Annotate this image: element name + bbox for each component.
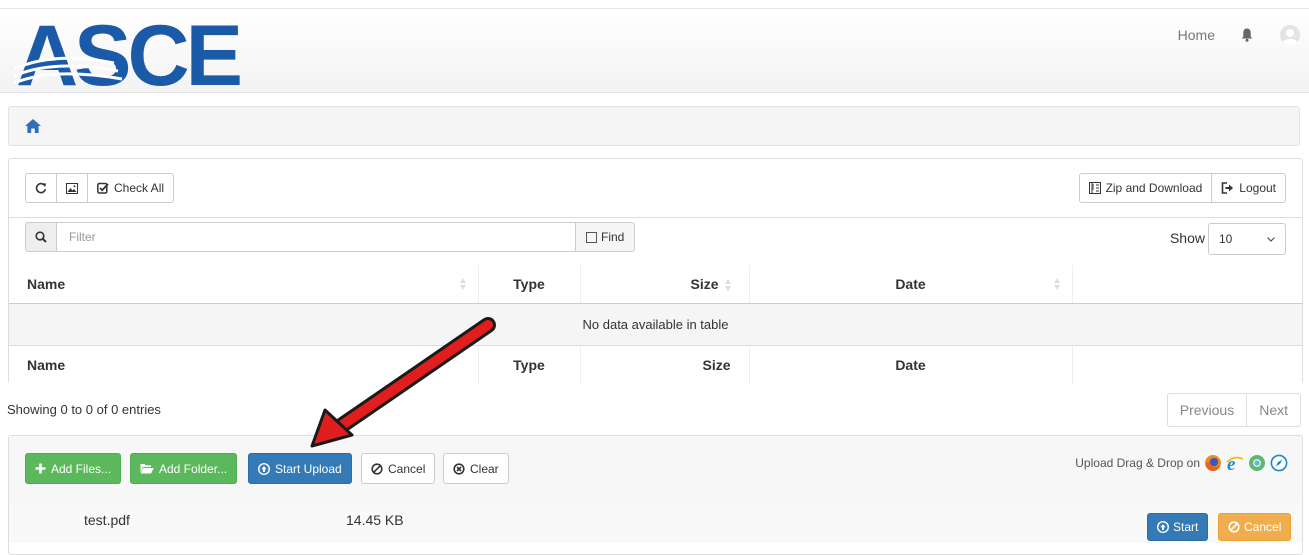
clear-label: Clear xyxy=(470,461,499,476)
filter-input[interactable] xyxy=(56,222,576,252)
upload-panel: Add Files... Add Folder... Start Upload … xyxy=(8,435,1303,555)
left-button-group: Check All xyxy=(25,173,175,203)
image-icon xyxy=(66,182,78,194)
zip-download-button[interactable]: Zip and Download xyxy=(1078,173,1213,203)
start-file-label: Start xyxy=(1173,520,1199,534)
table-header-row: Name Type Size Date xyxy=(9,265,1302,304)
breadcrumb xyxy=(8,106,1300,146)
image-view-button[interactable] xyxy=(56,173,88,203)
firefox-icon xyxy=(1205,455,1221,472)
sort-icon xyxy=(724,279,731,292)
cancel-upload-button[interactable]: Cancel xyxy=(361,453,436,484)
check-all-label: Check All xyxy=(114,181,165,195)
find-checkbox-icon xyxy=(586,231,597,243)
drag-drop-info: Upload Drag & Drop on e xyxy=(1075,454,1288,472)
previous-page-button[interactable]: Previous xyxy=(1166,393,1248,427)
add-files-button[interactable]: Add Files... xyxy=(25,453,122,484)
next-page-button[interactable]: Next xyxy=(1246,393,1301,427)
upload-circle-icon xyxy=(1157,521,1169,533)
user-avatar-icon[interactable] xyxy=(1279,24,1301,46)
footer-date: Date xyxy=(749,345,1073,384)
cancel-file-button[interactable]: Cancel xyxy=(1218,513,1292,541)
upload-file-name: test.pdf xyxy=(84,512,130,528)
show-label: Show xyxy=(1169,230,1205,246)
page-size-select[interactable]: 10 xyxy=(1208,223,1286,255)
check-square-icon xyxy=(97,182,109,194)
logout-label: Logout xyxy=(1239,181,1276,195)
upload-file-size: 14.45 KB xyxy=(346,512,404,528)
nav-home-link[interactable]: Home xyxy=(1178,27,1215,43)
column-header-name[interactable]: Name xyxy=(9,265,479,304)
header: ASCE Home xyxy=(0,9,1309,93)
svg-text:e: e xyxy=(1227,454,1236,472)
upload-file-row xyxy=(9,503,1302,543)
upload-toolbar: Add Files... Add Folder... Start Upload … xyxy=(9,436,1302,504)
asce-logo: ASCE xyxy=(14,13,244,93)
footer-size: Size xyxy=(580,345,750,384)
ban-icon xyxy=(371,462,383,475)
plus-icon xyxy=(35,463,46,474)
sort-icon xyxy=(1053,278,1060,290)
table-footer-row: Name Type Size Date xyxy=(9,345,1302,384)
zip-download-label: Zip and Download xyxy=(1105,181,1203,195)
footer-actions xyxy=(1072,345,1302,384)
pagination: Previous Next xyxy=(1166,393,1301,427)
upload-circle-icon xyxy=(258,462,270,475)
entries-info: Showing 0 to 0 of 0 entries xyxy=(7,402,161,417)
safari-icon xyxy=(1270,454,1288,472)
chevron-down-icon xyxy=(1267,236,1275,242)
column-header-actions xyxy=(1072,265,1302,304)
page-size-value: 10 xyxy=(1219,232,1233,246)
column-header-type: Type xyxy=(478,265,581,304)
top-border xyxy=(0,0,1309,9)
search-addon xyxy=(25,222,57,252)
logo-text: ASCE xyxy=(16,13,240,93)
footer-type: Type xyxy=(478,345,581,384)
footer-name: Name xyxy=(9,345,479,384)
find-button[interactable]: Find xyxy=(575,222,636,252)
logout-icon xyxy=(1221,182,1234,194)
start-upload-label: Start Upload xyxy=(275,461,342,476)
logout-button[interactable]: Logout xyxy=(1211,173,1286,203)
search-icon xyxy=(35,231,47,243)
right-button-group: Zip and Download Logout xyxy=(1078,173,1286,203)
refresh-button[interactable] xyxy=(25,173,57,203)
add-folder-button[interactable]: Add Folder... xyxy=(130,453,238,484)
start-upload-button[interactable]: Start Upload xyxy=(248,453,352,484)
home-icon[interactable] xyxy=(25,119,41,133)
folder-open-icon xyxy=(140,464,154,474)
chrome-icon xyxy=(1249,455,1265,471)
ie-icon: e xyxy=(1226,454,1244,472)
file-toolbar: Check All Zip and Download Logout xyxy=(9,159,1302,218)
drag-drop-text: Upload Drag & Drop on xyxy=(1075,456,1200,470)
empty-row: No data available in table xyxy=(9,303,1302,346)
cancel-file-label: Cancel xyxy=(1244,520,1282,534)
bell-icon[interactable] xyxy=(1241,28,1253,42)
empty-message: No data available in table xyxy=(9,303,1302,346)
file-browser-panel: Check All Zip and Download Logout Find S… xyxy=(8,158,1303,384)
top-nav: Home xyxy=(1178,9,1309,61)
column-header-date[interactable]: Date xyxy=(749,265,1073,304)
clear-button[interactable]: Clear xyxy=(443,453,509,484)
find-label: Find xyxy=(601,230,625,244)
archive-icon xyxy=(1088,182,1101,194)
column-header-size[interactable]: Size xyxy=(580,265,750,304)
refresh-icon xyxy=(35,182,47,194)
cancel-label: Cancel xyxy=(388,461,426,476)
ban-icon xyxy=(1228,521,1240,533)
start-file-button[interactable]: Start xyxy=(1147,513,1209,541)
times-circle-icon xyxy=(453,462,465,475)
files-table: Name Type Size Date No data available in… xyxy=(9,265,1302,384)
add-folder-label: Add Folder... xyxy=(159,461,228,476)
check-all-button[interactable]: Check All xyxy=(87,173,175,203)
add-files-label: Add Files... xyxy=(51,461,112,476)
sort-icon xyxy=(459,278,466,290)
